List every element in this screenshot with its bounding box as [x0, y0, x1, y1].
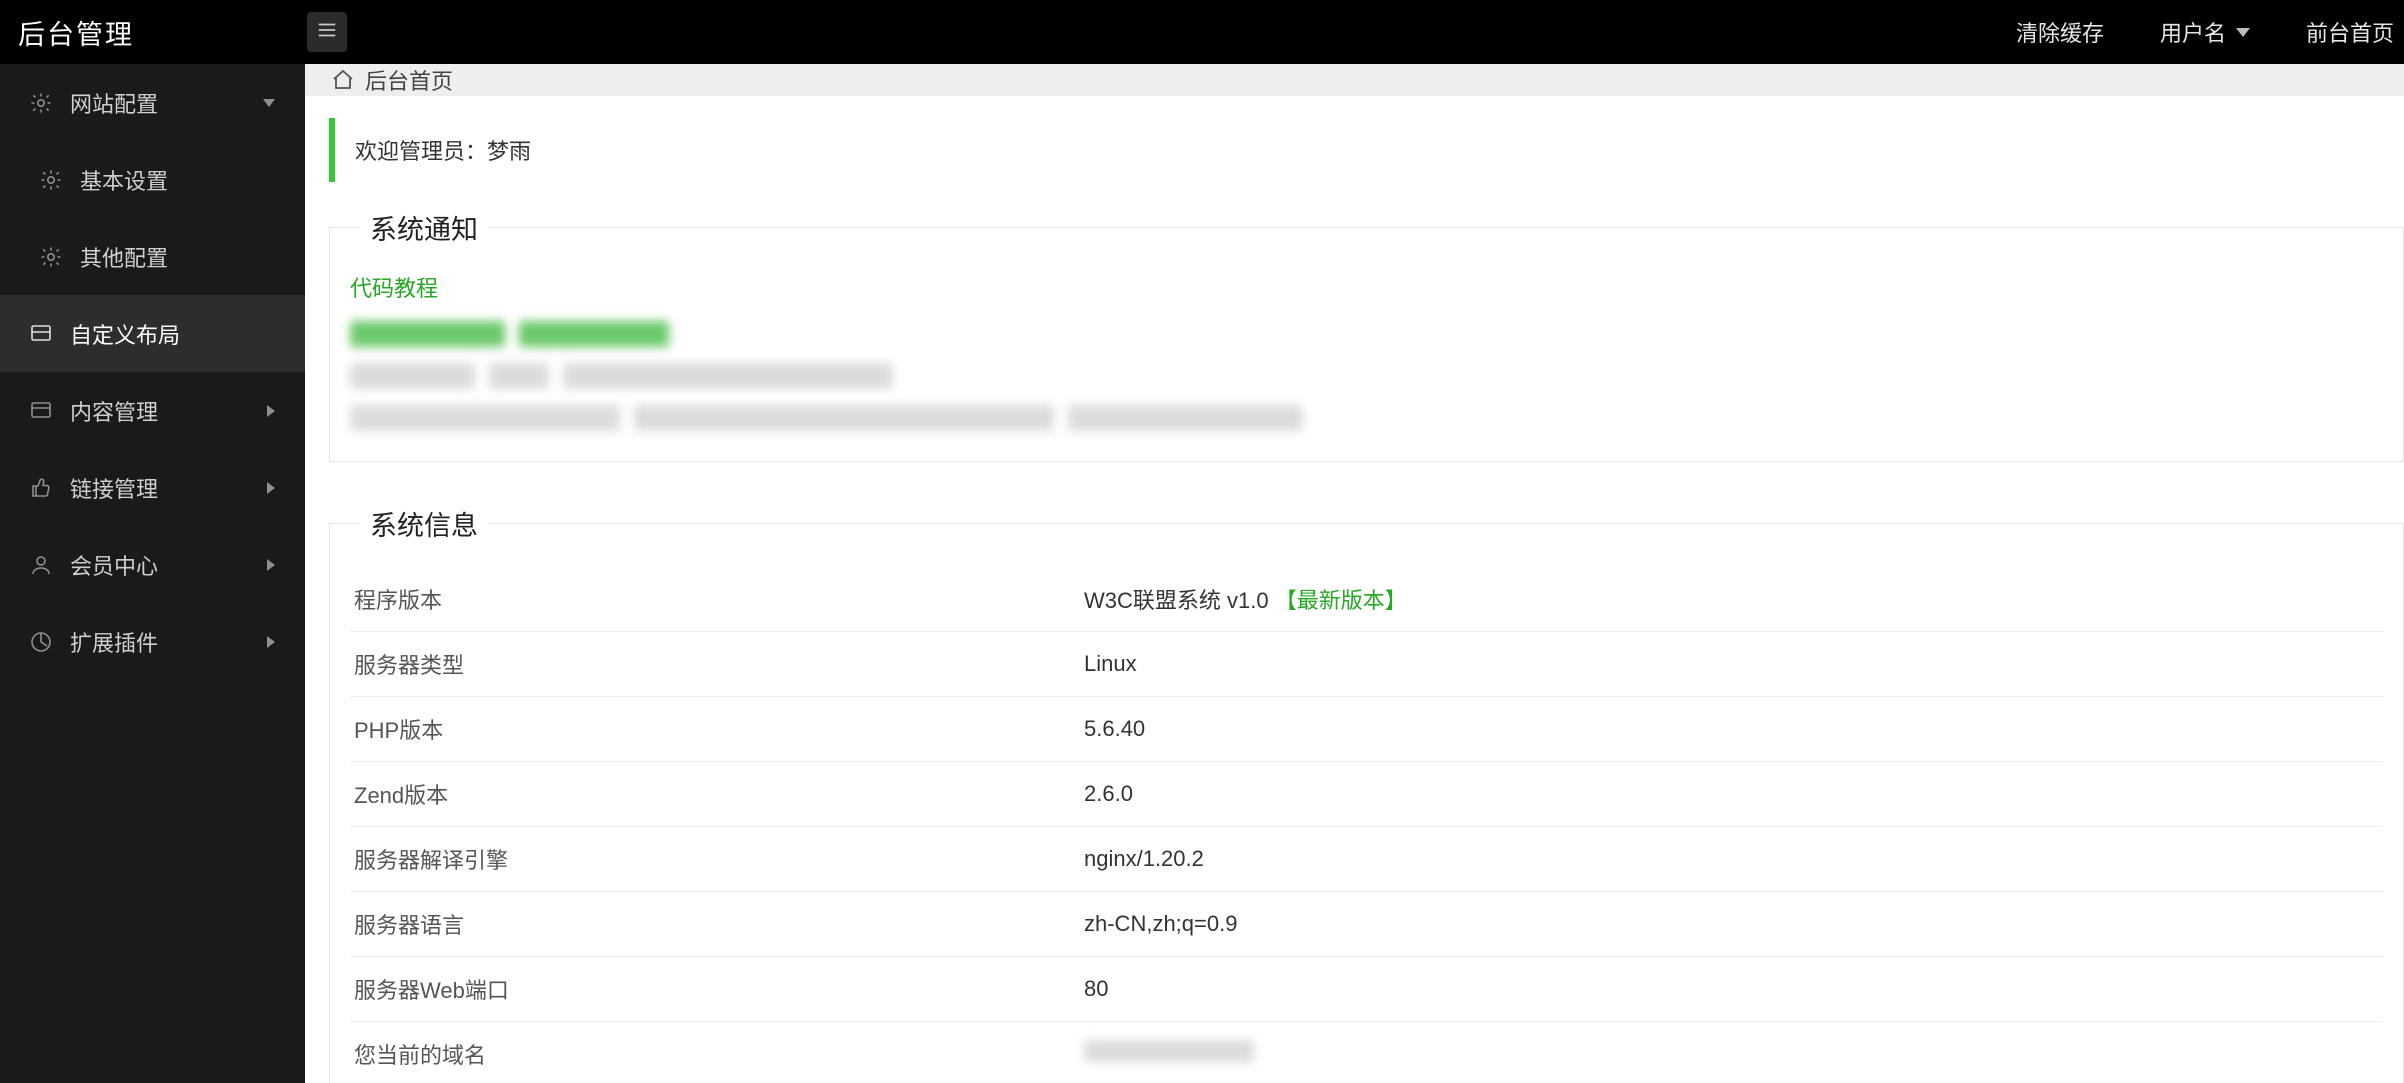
home-icon — [331, 68, 355, 92]
welcome-name: 梦雨 — [487, 139, 531, 164]
sidebar-item-link-mgmt[interactable]: 链接管理 — [0, 449, 305, 526]
table-row: 程序版本 W3C联盟系统 v1.0 【最新版本】 — [350, 567, 2383, 632]
sidebar-item-member-center[interactable]: 会员中心 — [0, 526, 305, 603]
latest-version-badge[interactable]: 【最新版本】 — [1275, 588, 1407, 613]
redacted-text — [1084, 1040, 1254, 1062]
username-label: 用户名 — [2160, 16, 2226, 48]
table-row: 服务器解译引擎 nginx/1.20.2 — [350, 827, 2383, 892]
info-label: 程序版本 — [350, 567, 1080, 632]
breadcrumb: 后台首页 — [305, 64, 2404, 96]
chevron-right-icon — [267, 405, 275, 417]
redacted-text — [350, 321, 505, 347]
hamburger-icon — [316, 19, 338, 46]
sidebar-item-content-mgmt[interactable]: 内容管理 — [0, 372, 305, 449]
info-label: PHP版本 — [350, 697, 1080, 762]
sidebar-item-label: 其他配置 — [80, 241, 168, 273]
table-row: Zend版本 2.6.0 — [350, 762, 2383, 827]
redacted-text — [519, 321, 669, 347]
panel-system-info: 系统信息 程序版本 W3C联盟系统 v1.0 【最新版本】 服务器类型 Linu… — [329, 504, 2404, 1083]
sidebar-item-site-config[interactable]: 网站配置 — [0, 64, 305, 141]
gear-icon — [28, 90, 54, 116]
info-label: Zend版本 — [350, 762, 1080, 827]
info-value: 80 — [1080, 957, 2383, 1022]
welcome-banner: 欢迎管理员：梦雨 — [329, 118, 2404, 182]
content-area: 欢迎管理员：梦雨 系统通知 代码教程 — [305, 96, 2404, 1083]
info-value: 2.6.0 — [1080, 762, 2383, 827]
redacted-text — [350, 363, 475, 389]
chevron-right-icon — [267, 482, 275, 494]
clear-cache-link[interactable]: 清除缓存 — [1988, 16, 2132, 48]
notice-row-redacted — [350, 321, 2383, 347]
plugin-icon — [28, 629, 54, 655]
notice-list: 代码教程 — [350, 271, 2383, 431]
chevron-right-icon — [267, 636, 275, 648]
clear-cache-label: 清除缓存 — [2016, 16, 2104, 48]
info-value: W3C联盟系统 v1.0 【最新版本】 — [1080, 567, 2383, 632]
info-label: 服务器Web端口 — [350, 957, 1080, 1022]
notice-row-redacted — [350, 405, 2383, 431]
body-wrap: 网站配置 基本设置 其他配置 自定义布局 内容管理 — [0, 64, 2404, 1083]
table-row: 服务器Web端口 80 — [350, 957, 2383, 1022]
info-value: nginx/1.20.2 — [1080, 827, 2383, 892]
table-row: PHP版本 5.6.40 — [350, 697, 2383, 762]
redacted-text — [563, 363, 893, 389]
brand-title: 后台管理 — [0, 13, 305, 52]
breadcrumb-title: 后台首页 — [365, 64, 453, 96]
info-label: 服务器类型 — [350, 632, 1080, 697]
caret-down-icon — [2236, 28, 2250, 37]
content-icon — [28, 398, 54, 424]
notice-row-redacted — [350, 363, 2383, 389]
info-label: 您当前的域名 — [350, 1022, 1080, 1083]
chevron-right-icon — [267, 559, 275, 571]
info-value — [1080, 1022, 2383, 1083]
info-value: 5.6.40 — [1080, 697, 2383, 762]
sidebar-item-custom-layout[interactable]: 自定义布局 — [0, 295, 305, 372]
panel-system-notice: 系统通知 代码教程 — [329, 208, 2404, 462]
redacted-text — [350, 405, 620, 431]
sidebar-item-label: 会员中心 — [70, 549, 158, 581]
redacted-text — [489, 363, 549, 389]
table-row: 您当前的域名 — [350, 1022, 2383, 1083]
frontend-link[interactable]: 前台首页 — [2278, 16, 2404, 48]
info-value: Linux — [1080, 632, 2383, 697]
info-label: 服务器解译引擎 — [350, 827, 1080, 892]
main-area: 后台首页 欢迎管理员：梦雨 系统通知 代码教程 — [305, 64, 2404, 1083]
layout-icon — [28, 321, 54, 347]
frontend-label: 前台首页 — [2306, 16, 2394, 48]
sidebar-item-label: 链接管理 — [70, 472, 158, 504]
redacted-text — [1068, 405, 1303, 431]
topbar: 后台管理 清除缓存 用户名 前台首页 — [0, 0, 2404, 64]
redacted-text — [634, 405, 1054, 431]
sidebar-item-label: 网站配置 — [70, 87, 158, 119]
sidebar-item-plugins[interactable]: 扩展插件 — [0, 603, 305, 680]
table-row: 服务器语言 zh-CN,zh;q=0.9 — [350, 892, 2383, 957]
info-label: 服务器语言 — [350, 892, 1080, 957]
info-value: zh-CN,zh;q=0.9 — [1080, 892, 2383, 957]
sidebar: 网站配置 基本设置 其他配置 自定义布局 内容管理 — [0, 64, 305, 1083]
gear-icon — [38, 167, 64, 193]
welcome-prefix: 欢迎管理员： — [355, 139, 487, 164]
sidebar-item-label: 扩展插件 — [70, 626, 158, 658]
sidebar-item-other-config[interactable]: 其他配置 — [0, 218, 305, 295]
system-info-table: 程序版本 W3C联盟系统 v1.0 【最新版本】 服务器类型 Linux PHP… — [350, 567, 2383, 1083]
chevron-down-icon — [263, 99, 275, 107]
sidebar-item-label: 自定义布局 — [70, 318, 180, 350]
info-value-text: W3C联盟系统 v1.0 — [1084, 588, 1275, 613]
sidebar-item-basic-settings[interactable]: 基本设置 — [0, 141, 305, 218]
thumbs-up-icon — [28, 475, 54, 501]
tutorial-link[interactable]: 代码教程 — [350, 271, 2383, 303]
sidebar-item-label: 内容管理 — [70, 395, 158, 427]
gear-icon — [38, 244, 64, 270]
panel-legend: 系统通知 — [360, 208, 488, 247]
user-icon — [28, 552, 54, 578]
username-dropdown[interactable]: 用户名 — [2132, 16, 2278, 48]
sidebar-toggle-button[interactable] — [307, 12, 347, 52]
table-row: 服务器类型 Linux — [350, 632, 2383, 697]
sidebar-item-label: 基本设置 — [80, 164, 168, 196]
panel-legend: 系统信息 — [360, 504, 488, 543]
